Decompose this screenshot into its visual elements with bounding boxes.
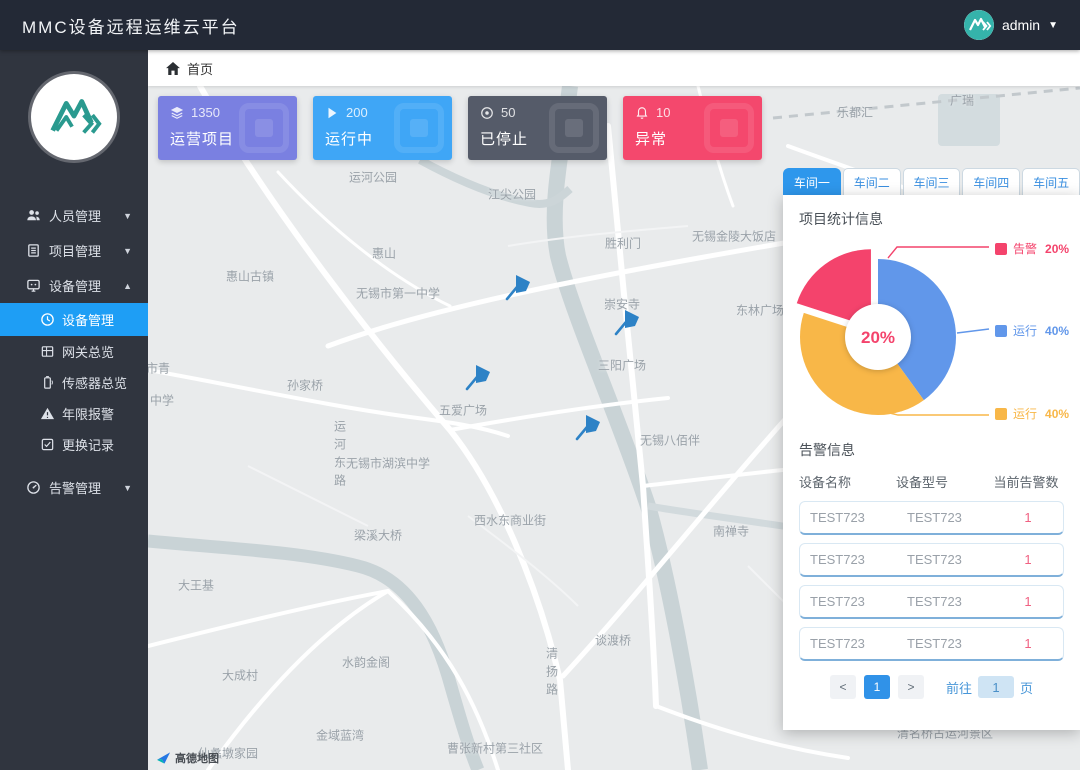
amap-logo-icon [156, 751, 171, 765]
stopped-icon [480, 106, 494, 120]
app-root: 乐都汇广瑞运河公园江尖公园惠山惠山古镇无锡市第一中学胜利门无锡金陵大饭店崇安寺东… [0, 0, 1080, 770]
table-row[interactable]: TEST723 TEST723 1 [799, 501, 1064, 535]
breadcrumb: 首页 [148, 50, 1080, 86]
layers-icon [170, 106, 184, 120]
map-pin[interactable] [463, 362, 493, 392]
map-pin[interactable] [503, 272, 533, 302]
sidebar-item-gateway[interactable]: 网关总览 [0, 336, 148, 367]
stat-card-running[interactable]: 200 运行中 [313, 96, 452, 160]
stat-card-stopped[interactable]: 50 已停止 [468, 96, 607, 160]
mountain-logo-icon [964, 10, 994, 40]
map-pin[interactable] [573, 412, 603, 442]
bell-icon [635, 106, 649, 120]
sidebar-group-project[interactable]: 项目管理 ▼ [0, 233, 148, 268]
breadcrumb-home[interactable]: 首页 [187, 59, 213, 78]
legend-item-running-blue: 运行 40% [995, 322, 1069, 339]
stat-value: 1350 [191, 105, 220, 120]
users-icon [26, 208, 41, 223]
sidebar-group-device[interactable]: 设备管理 ▲ [0, 268, 148, 303]
workshop-panel: 车间一 车间二 车间三 车间四 车间五 项目统计信息 20% 告警 20% 运行… [783, 168, 1080, 730]
pushpin-icon [503, 272, 533, 302]
sidebar-group-alarm[interactable]: 告警管理 ▼ [0, 470, 148, 505]
device-submenu: 设备管理 网关总览 传感器总览 [0, 303, 148, 460]
record-icon [40, 437, 55, 452]
chip-icon [704, 103, 754, 153]
sensor-icon [40, 375, 55, 390]
chip-icon [394, 103, 444, 153]
warning-icon [40, 406, 55, 421]
chevron-down-icon: ▼ [123, 211, 132, 221]
stat-value: 10 [656, 105, 670, 120]
alarm-title: 告警信息 [799, 440, 1064, 460]
alarm-table-header: 设备名称 设备型号 当前告警数 [799, 472, 1064, 491]
pushpin-icon [573, 412, 603, 442]
tab-workshop-2[interactable]: 车间二 [843, 168, 901, 195]
stat-value: 200 [346, 105, 368, 120]
table-row[interactable]: TEST723 TEST723 1 [799, 585, 1064, 619]
chip-icon [239, 103, 289, 153]
next-page-button[interactable]: > [898, 675, 924, 699]
tab-workshop-3[interactable]: 车间三 [903, 168, 961, 195]
device-icon [26, 278, 41, 293]
pagination: < 1 > 前往 页 [799, 675, 1064, 699]
app-title: MMC设备远程运维云平台 [22, 13, 240, 38]
legend-swatch [995, 325, 1007, 337]
map-attribution: 高德地图 [156, 750, 219, 766]
chevron-down-icon: ▼ [123, 246, 132, 256]
panel-body: 项目统计信息 20% 告警 20% 运行 40% 运行 40% [783, 195, 1080, 730]
tab-workshop-1[interactable]: 车间一 [783, 168, 841, 195]
play-icon [325, 106, 339, 120]
prev-page-button[interactable]: < [830, 675, 856, 699]
workshop-tabs: 车间一 车间二 车间三 车间四 车间五 [783, 168, 1080, 195]
stat-value: 50 [501, 105, 515, 120]
sidebar-item-device-manage[interactable]: 设备管理 [0, 303, 148, 336]
legend-item-running-orange: 运行 40% [995, 405, 1069, 422]
project-icon [26, 243, 41, 258]
chevron-up-icon: ▲ [123, 281, 132, 291]
alarm-icon [26, 480, 41, 495]
sidebar: 人员管理 ▼ 项目管理 ▼ 设备管理 ▲ [0, 50, 148, 770]
sidebar-group-personnel[interactable]: 人员管理 ▼ [0, 198, 148, 233]
chevron-down-icon: ▼ [123, 483, 132, 493]
home-icon[interactable] [166, 62, 180, 75]
sidebar-item-replace-record[interactable]: 更换记录 [0, 429, 148, 460]
project-pie-chart: 20% 告警 20% 运行 40% 运行 40% [783, 233, 1080, 438]
topbar: MMC设备远程运维云平台 admin ▼ [0, 0, 1080, 50]
pushpin-icon [463, 362, 493, 392]
table-row[interactable]: TEST723 TEST723 1 [799, 627, 1064, 661]
tab-workshop-5[interactable]: 车间五 [1022, 168, 1080, 195]
clock-icon [40, 312, 55, 327]
sidebar-item-age-alarm[interactable]: 年限报警 [0, 398, 148, 429]
goto-label: 前往 [946, 678, 972, 697]
stats-title: 项目统计信息 [799, 209, 1064, 229]
user-avatar [964, 10, 994, 40]
brand-logo [31, 74, 117, 160]
svg-text:20%: 20% [861, 328, 895, 347]
stat-card-projects[interactable]: 1350 运营项目 [158, 96, 297, 160]
goto-page-input[interactable] [978, 676, 1014, 698]
pushpin-icon [612, 307, 642, 337]
stat-card-abnormal[interactable]: 10 异常 [623, 96, 762, 160]
mountain-logo-icon [43, 86, 105, 148]
chip-icon [549, 103, 599, 153]
legend-item-alarm: 告警 20% [995, 240, 1069, 257]
gateway-icon [40, 344, 55, 359]
legend-swatch [995, 408, 1007, 420]
map-pin[interactable] [612, 307, 642, 337]
page-unit-label: 页 [1020, 678, 1033, 697]
legend-swatch [995, 243, 1007, 255]
table-row[interactable]: TEST723 TEST723 1 [799, 543, 1064, 577]
stat-cards: 1350 运营项目 200 运行中 50 已停止 10 [158, 96, 762, 160]
user-menu[interactable]: admin ▼ [964, 10, 1058, 40]
tab-workshop-4[interactable]: 车间四 [962, 168, 1020, 195]
sidebar-item-sensor[interactable]: 传感器总览 [0, 367, 148, 398]
username: admin [1002, 17, 1040, 33]
page-1-button[interactable]: 1 [864, 675, 890, 699]
user-caret-icon: ▼ [1048, 20, 1058, 31]
